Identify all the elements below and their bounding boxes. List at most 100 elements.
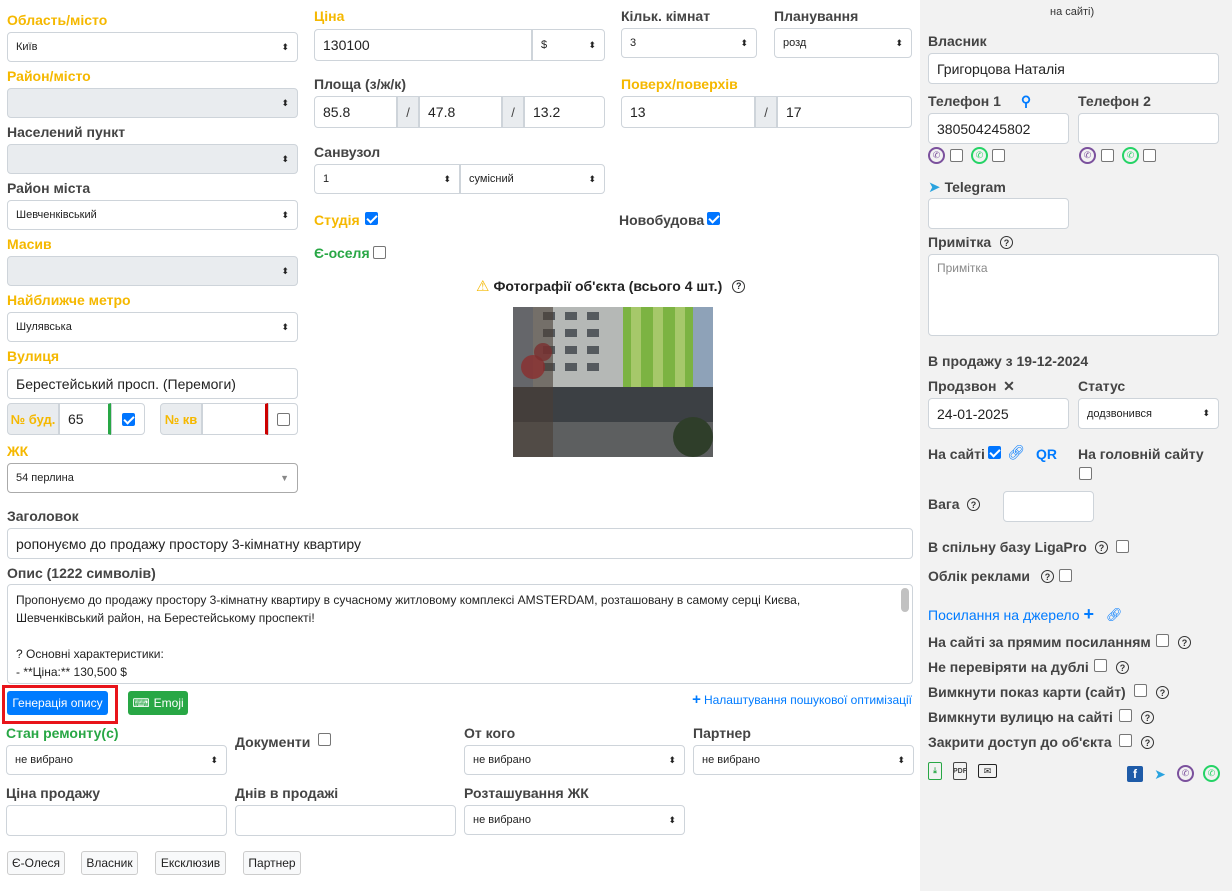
newbuild-checkbox[interactable] — [707, 212, 720, 225]
description-textarea[interactable]: Пропонуємо до продажу простору 3-кімнатн… — [7, 584, 913, 684]
help-icon[interactable]: ? — [732, 279, 746, 293]
qr-link[interactable]: QR — [1036, 446, 1057, 462]
seo-link-label: Налаштування пошукової оптимізації — [703, 692, 912, 707]
help-icon[interactable]: ? — [1178, 636, 1191, 649]
region-select[interactable]: Київ ⬍ — [7, 32, 298, 62]
massif-select[interactable]: ⬍ — [7, 256, 298, 286]
phone2-input[interactable] — [1078, 113, 1219, 144]
location-label: Розташування ЖК — [464, 785, 589, 801]
docs-checkbox[interactable] — [318, 733, 331, 746]
area-total-input[interactable]: 85.8 — [314, 96, 397, 128]
help-icon[interactable]: ? — [1000, 236, 1013, 249]
repair-select[interactable]: не вибрано ⬍ — [6, 745, 227, 775]
status-select[interactable]: додзвонився ⬍ — [1078, 398, 1219, 429]
note-textarea[interactable]: Примітка — [928, 254, 1219, 336]
plus-icon[interactable]: + — [1084, 604, 1095, 625]
phone1-input[interactable]: 380504245802 — [928, 113, 1069, 144]
layout-select[interactable]: розд ⬍ — [774, 28, 912, 58]
city-district-select[interactable]: Шевченківський ⬍ — [7, 200, 298, 230]
floor-input[interactable]: 13 — [621, 96, 755, 128]
whatsapp-icon[interactable]: ✆ — [1203, 765, 1220, 782]
bathroom-type-select[interactable]: сумісний ⬍ — [460, 164, 605, 194]
partner-select[interactable]: не вибрано ⬍ — [693, 745, 914, 775]
whatsapp-checkbox-2[interactable] — [1143, 149, 1156, 162]
bathroom-count-select[interactable]: 1 ⬍ — [314, 164, 460, 194]
pdf-icon[interactable]: PDF — [953, 762, 967, 780]
no-map-checkbox[interactable] — [1134, 684, 1147, 697]
help-icon[interactable]: ? — [1041, 570, 1054, 583]
location-select[interactable]: не вибрано ⬍ — [464, 805, 685, 835]
title-input[interactable]: ропонуємо до продажу простору 3-кімнатну… — [7, 528, 913, 559]
source-link-row[interactable]: Посилання на джерело + 🔗︎ — [928, 604, 1123, 625]
scrollbar-thumb[interactable] — [901, 588, 909, 612]
generate-description-button[interactable]: Генерація опису — [7, 691, 108, 715]
telegram-icon[interactable]: ➤ — [1152, 766, 1168, 782]
property-photo[interactable] — [513, 307, 713, 457]
tag-button[interactable]: Ексклюзив — [155, 851, 226, 875]
repair-label-text: Стан ремонту(с) — [6, 725, 119, 741]
viber-checkbox-2[interactable] — [1101, 149, 1114, 162]
link-icon[interactable]: 🔗︎ — [1106, 607, 1123, 623]
no-street-checkbox[interactable] — [1119, 709, 1132, 722]
search-icon[interactable]: ⚲ — [1018, 93, 1034, 109]
studio-checkbox[interactable] — [365, 212, 378, 225]
district-select[interactable]: ⬍ — [7, 88, 298, 118]
chevron-updown-icon: ⬍ — [588, 39, 596, 50]
complex-select[interactable]: 54 перлина ▼ — [7, 463, 298, 493]
viber-checkbox-1[interactable] — [950, 149, 963, 162]
floors-total-input[interactable]: 17 — [777, 96, 912, 128]
mail-icon[interactable]: ✉ — [978, 764, 997, 778]
currency-select[interactable]: $ ⬍ — [532, 29, 605, 61]
days-input[interactable] — [235, 805, 456, 836]
metro-label: Найближче метро — [7, 292, 131, 308]
main-page-checkbox[interactable] — [1079, 467, 1092, 480]
direct-link-checkbox[interactable] — [1156, 634, 1169, 647]
no-dup-checkbox[interactable] — [1094, 659, 1107, 672]
file-export-icon[interactable]: ⤓ — [928, 762, 942, 780]
facebook-icon[interactable]: f — [1127, 766, 1143, 782]
tag-button[interactable]: Є-Олеся — [7, 851, 65, 875]
tag-button[interactable]: Партнер — [243, 851, 301, 875]
area-living-input[interactable]: 47.8 — [419, 96, 502, 128]
ads-checkbox[interactable] — [1059, 569, 1072, 582]
settlement-select[interactable]: ⬍ — [7, 144, 298, 174]
weight-input[interactable] — [1003, 491, 1094, 522]
source-link[interactable]: Посилання на джерело — [928, 607, 1080, 623]
building-checkbox[interactable] — [121, 412, 135, 426]
owner-input[interactable]: Григорцова Наталія — [928, 53, 1219, 84]
from-select[interactable]: не вибрано ⬍ — [464, 745, 685, 775]
help-icon[interactable]: ? — [1156, 686, 1169, 699]
emoji-button[interactable]: ⌨ Emoji — [128, 691, 188, 715]
status-label: Статус — [1078, 378, 1126, 394]
chevron-updown-icon: ⬍ — [1202, 408, 1210, 418]
rooms-select[interactable]: 3 ⬍ — [621, 28, 757, 58]
ligapro-checkbox[interactable] — [1116, 540, 1129, 553]
seo-settings-link[interactable]: + Налаштування пошукової оптимізації — [692, 691, 912, 708]
help-icon[interactable]: ? — [1141, 711, 1154, 724]
eoselia-checkbox[interactable] — [373, 246, 386, 259]
tag-button[interactable]: Власник — [81, 851, 138, 875]
call-date-input[interactable]: 24-01-2025 — [928, 398, 1069, 429]
street-input[interactable]: Берестейський просп. (Перемоги) — [7, 368, 298, 399]
help-icon[interactable]: ? — [1095, 541, 1108, 554]
building-input[interactable]: 65 — [59, 403, 111, 435]
owner-label: Власник — [928, 33, 987, 49]
help-icon[interactable]: ? — [1141, 736, 1154, 749]
on-site-checkbox[interactable] — [988, 446, 1001, 459]
help-icon[interactable]: ? — [967, 498, 980, 511]
sale-price-input[interactable] — [6, 805, 227, 836]
price-input[interactable]: 130100 — [314, 29, 532, 61]
metro-select[interactable]: Шулявська ⬍ — [7, 312, 298, 342]
close-access-checkbox[interactable] — [1119, 734, 1132, 747]
area-kitchen-input[interactable]: 13.2 — [524, 96, 605, 128]
repair-value: не вибрано — [15, 754, 73, 766]
area-slash-2: / — [502, 96, 524, 128]
telegram-input[interactable] — [928, 198, 1069, 229]
viber-icon[interactable]: ✆ — [1177, 765, 1194, 782]
apt-input[interactable] — [202, 403, 268, 435]
close-icon[interactable]: ✕ — [1002, 378, 1016, 394]
apt-checkbox[interactable] — [276, 412, 290, 426]
link-icon[interactable]: 🔗︎ — [1007, 444, 1025, 460]
whatsapp-checkbox-1[interactable] — [992, 149, 1005, 162]
help-icon[interactable]: ? — [1116, 661, 1129, 674]
